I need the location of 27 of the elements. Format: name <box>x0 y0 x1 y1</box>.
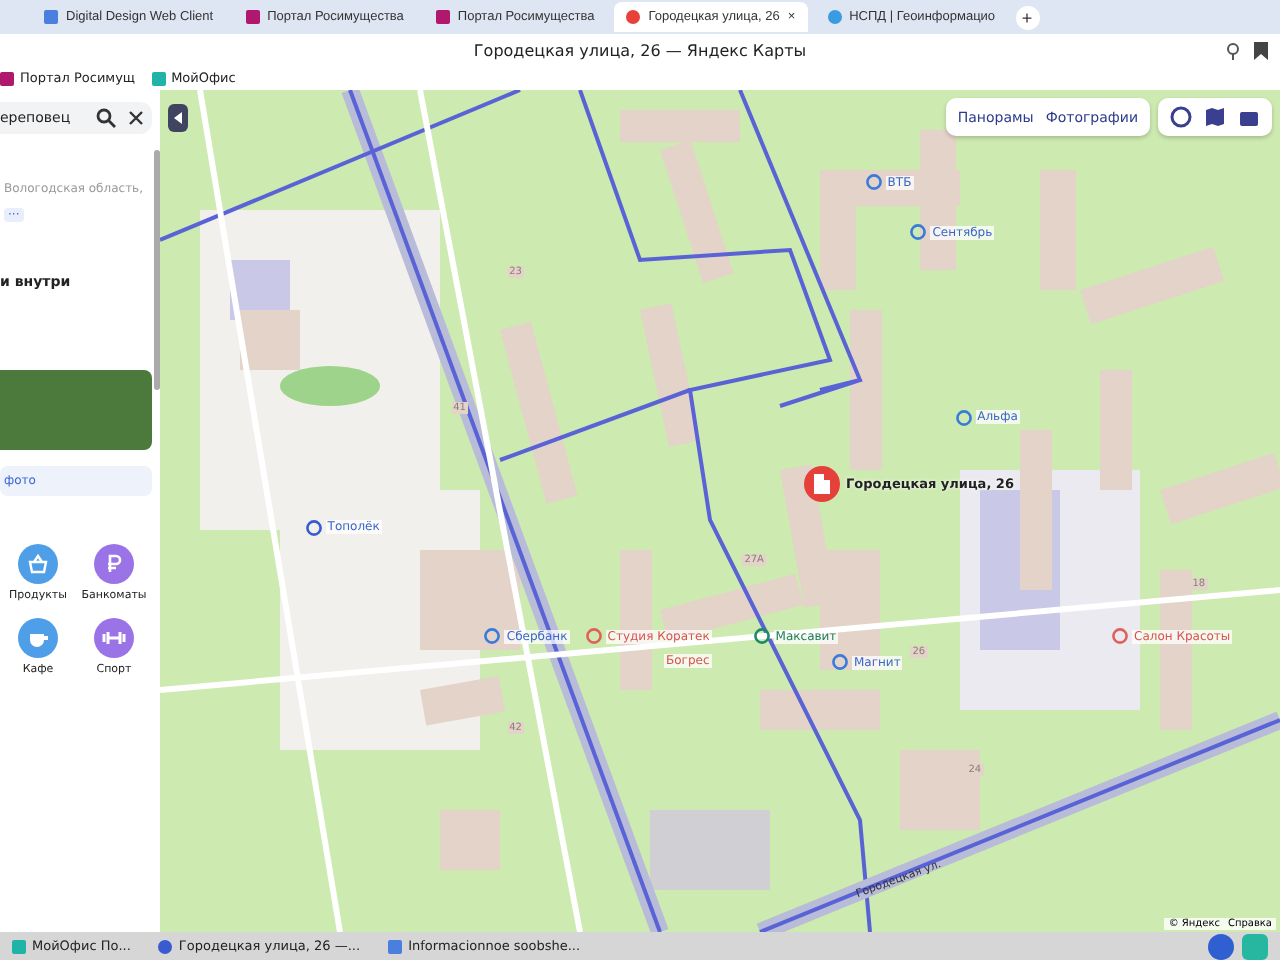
category-icon <box>102 552 126 576</box>
tab-icon <box>626 10 641 24</box>
window-title: Городецкая улица, 26 — Яндекс Карты <box>473 41 807 59</box>
collapse-panel-button[interactable] <box>168 104 188 132</box>
category-icon <box>102 626 126 650</box>
map-icon[interactable] <box>1204 106 1226 128</box>
poi-icon[interactable] <box>955 409 972 426</box>
poi-icon[interactable] <box>484 628 501 645</box>
tab-icon <box>245 10 260 24</box>
tab-icon <box>435 10 450 24</box>
close-icon[interactable] <box>128 110 144 126</box>
poi-icon[interactable] <box>910 224 927 241</box>
poi-icon[interactable] <box>753 628 770 645</box>
search-icon[interactable] <box>96 108 116 128</box>
caret-icon <box>174 112 182 124</box>
building-pin-icon[interactable] <box>804 466 840 502</box>
tab-icon <box>827 10 842 24</box>
bookmark-icon[interactable] <box>1254 42 1268 60</box>
pin-icon[interactable] <box>1224 42 1242 60</box>
tab-icon <box>44 10 58 24</box>
new-tab-button[interactable]: + <box>1015 5 1040 29</box>
poi-icon[interactable] <box>865 174 882 191</box>
poi-icon[interactable] <box>1112 628 1128 645</box>
poi-icon[interactable] <box>305 519 322 536</box>
poi-icon[interactable] <box>585 628 602 645</box>
category-icon <box>26 552 50 576</box>
poi-icon[interactable] <box>832 654 848 671</box>
